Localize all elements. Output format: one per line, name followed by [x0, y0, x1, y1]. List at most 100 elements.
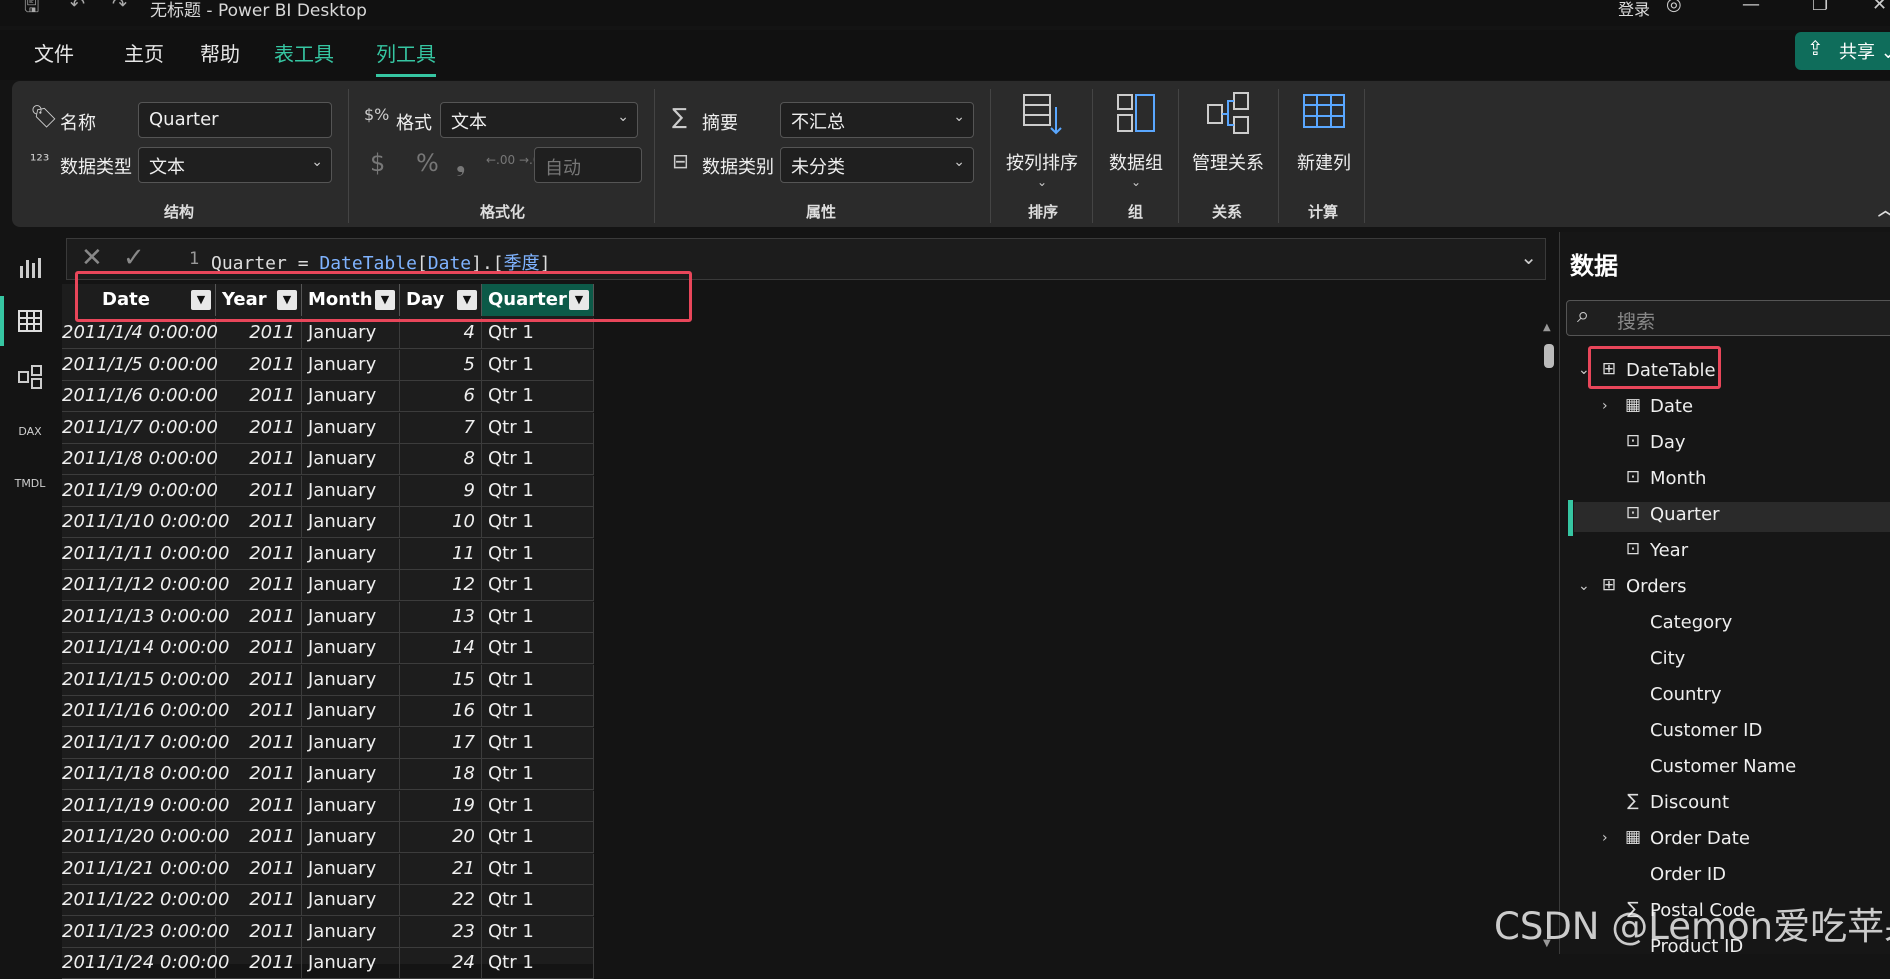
datatype-select[interactable]: 文本 ⌄ [138, 147, 332, 183]
table-cell[interactable]: Qtr 1 [482, 664, 594, 696]
table-cell[interactable]: 2011/1/22 0:00:00 [62, 885, 229, 916]
tree-field-year[interactable]: ⊡ Year [1574, 538, 1890, 568]
dax-query-view-icon[interactable]: DAX [10, 412, 50, 452]
table-cell[interactable]: 2011/1/19 0:00:00 [62, 790, 229, 822]
currency-icon[interactable]: $ [370, 149, 385, 177]
table-cell[interactable]: 2011 [216, 507, 302, 538]
table-cell[interactable]: January [302, 381, 400, 412]
table-cell[interactable]: 2011 [216, 664, 302, 696]
table-cell[interactable]: 2011 [216, 601, 302, 633]
new-column-button[interactable]: 新建列 [1284, 91, 1364, 191]
tree-field-customer-id[interactable]: Customer ID [1574, 718, 1890, 748]
table-cell[interactable]: 2011/1/14 0:00:00 [62, 633, 229, 664]
data-category-select[interactable]: 未分类 ⌄ [780, 147, 974, 183]
table-cell[interactable]: Qtr 1 [482, 412, 594, 444]
table-cell[interactable]: January [302, 853, 400, 885]
scroll-thumb[interactable] [1544, 344, 1554, 368]
login-link[interactable]: 登录 [1618, 0, 1650, 20]
table-cell[interactable]: Qtr 1 [482, 759, 594, 790]
report-view-icon[interactable] [10, 246, 50, 286]
table-cell[interactable]: Qtr 1 [482, 538, 594, 570]
table-cell[interactable]: 7 [400, 412, 482, 444]
table-cell[interactable]: Qtr 1 [482, 633, 594, 664]
table-cell[interactable]: 18 [400, 759, 482, 790]
table-cell[interactable]: 2011 [216, 444, 302, 475]
save-icon[interactable]: 🖫 [24, 0, 39, 24]
percent-icon[interactable]: % [416, 149, 439, 177]
table-cell[interactable]: January [302, 948, 400, 979]
table-cell[interactable]: 2011/1/20 0:00:00 [62, 822, 229, 853]
decimal-places-input[interactable]: 自动 [534, 147, 642, 183]
summary-select[interactable]: 不汇总 ⌄ [780, 102, 974, 138]
table-cell[interactable]: Qtr 1 [482, 349, 594, 381]
tree-field-quarter[interactable]: ⊡ Quarter [1574, 502, 1890, 532]
table-cell[interactable]: 20 [400, 822, 482, 853]
commit-formula-icon[interactable]: ✓ [123, 243, 145, 273]
table-cell[interactable]: 2011 [216, 822, 302, 853]
table-cell[interactable]: 13 [400, 601, 482, 633]
table-cell[interactable]: 12 [400, 570, 482, 601]
table-cell[interactable]: 2011 [216, 790, 302, 822]
collapse-ribbon-icon[interactable]: ︿ [1878, 199, 1890, 220]
table-cell[interactable]: 2011/1/8 0:00:00 [62, 444, 218, 475]
table-cell[interactable]: 11 [400, 538, 482, 570]
tab-help[interactable]: 帮助 [200, 38, 240, 67]
table-cell[interactable]: 2011 [216, 538, 302, 570]
table-cell[interactable]: Qtr 1 [482, 885, 594, 916]
format-select[interactable]: 文本 ⌄ [440, 102, 638, 138]
table-cell[interactable]: 2011 [216, 633, 302, 664]
table-cell[interactable]: Qtr 1 [482, 822, 594, 853]
table-cell[interactable]: 8 [400, 444, 482, 475]
table-cell[interactable]: Qtr 1 [482, 381, 594, 412]
table-cell[interactable]: 2011 [216, 349, 302, 381]
table-cell[interactable]: January [302, 885, 400, 916]
table-cell[interactable]: 2011 [216, 916, 302, 948]
close-button[interactable]: ✕ [1872, 0, 1887, 15]
table-cell[interactable]: 24 [400, 948, 482, 979]
table-cell[interactable]: 19 [400, 790, 482, 822]
table-cell[interactable]: 2011/1/18 0:00:00 [62, 759, 229, 790]
table-cell[interactable]: January [302, 664, 400, 696]
table-cell[interactable]: 2011 [216, 885, 302, 916]
sort-by-column-button[interactable]: 按列排序 ⌄ [1002, 91, 1082, 191]
table-cell[interactable]: January [302, 822, 400, 853]
tree-field-day[interactable]: ⊡ Day [1574, 430, 1890, 460]
table-cell[interactable]: 2011 [216, 853, 302, 885]
table-cell[interactable]: January [302, 507, 400, 538]
table-cell[interactable]: January [302, 759, 400, 790]
tab-table-tools[interactable]: 表工具 [274, 38, 334, 67]
tree-field-customer-name[interactable]: Customer Name [1574, 754, 1890, 784]
table-cell[interactable]: 6 [400, 381, 482, 412]
maximize-button[interactable]: ❐ [1812, 0, 1828, 15]
table-cell[interactable]: Qtr 1 [482, 507, 594, 538]
decimal-places-icon[interactable]: ←.00 →.0 [486, 153, 540, 167]
table-cell[interactable]: January [302, 412, 400, 444]
table-cell[interactable]: Qtr 1 [482, 696, 594, 727]
table-cell[interactable]: 5 [400, 349, 482, 381]
table-cell[interactable]: 2011/1/5 0:00:00 [62, 349, 218, 381]
table-cell[interactable]: 21 [400, 853, 482, 885]
table-cell[interactable]: 2011/1/24 0:00:00 [62, 948, 229, 979]
table-cell[interactable]: January [302, 475, 400, 507]
tmdl-view-icon[interactable]: TMDL [10, 464, 50, 504]
expand-formula-icon[interactable]: ⌄ [1520, 245, 1537, 269]
table-cell[interactable]: Qtr 1 [482, 601, 594, 633]
table-cell[interactable]: Qtr 1 [482, 570, 594, 601]
table-cell[interactable]: 22 [400, 885, 482, 916]
table-cell[interactable]: Qtr 1 [482, 948, 594, 979]
table-cell[interactable]: 2011/1/21 0:00:00 [62, 853, 229, 885]
chevron-right-icon[interactable]: › [1602, 830, 1608, 846]
table-cell[interactable]: 2011/1/17 0:00:00 [62, 727, 229, 759]
table-cell[interactable]: January [302, 696, 400, 727]
undo-icon[interactable]: ↶ [70, 0, 85, 15]
table-cell[interactable]: 2011/1/15 0:00:00 [62, 664, 229, 696]
data-search-input[interactable]: ⌕ 搜索 [1566, 300, 1890, 336]
table-cell[interactable]: 2011/1/11 0:00:00 [62, 538, 229, 570]
tree-field-discount[interactable]: ∑ Discount [1574, 790, 1890, 820]
table-cell[interactable]: 23 [400, 916, 482, 948]
table-cell[interactable]: 2011 [216, 570, 302, 601]
tree-field-order-date[interactable]: › ▦ Order Date [1574, 826, 1890, 856]
table-cell[interactable]: 4 [400, 318, 482, 349]
cancel-formula-icon[interactable]: ✕ [81, 243, 103, 273]
tab-column-tools[interactable]: 列工具 [376, 38, 436, 77]
